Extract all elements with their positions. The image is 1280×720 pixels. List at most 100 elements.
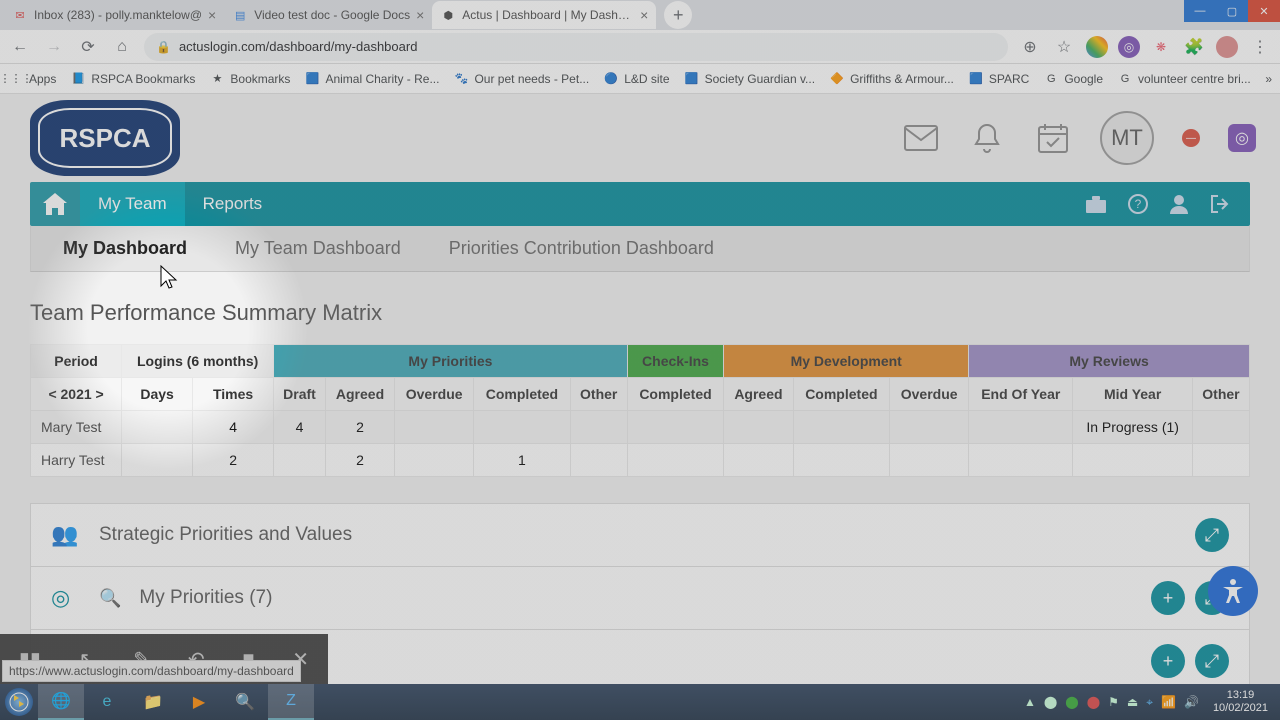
- expand-button[interactable]: ⤢: [1195, 644, 1229, 678]
- tray-icon[interactable]: ⚑: [1108, 695, 1119, 709]
- taskbar-ie[interactable]: e: [84, 684, 130, 720]
- tray-icon[interactable]: ⬤: [1065, 695, 1078, 709]
- gmail-icon: ✉: [12, 7, 28, 23]
- tray-icon[interactable]: ⬤: [1044, 695, 1057, 709]
- bookmark-item[interactable]: GGoogle: [1043, 71, 1103, 87]
- new-tab-button[interactable]: +: [664, 1, 692, 29]
- bookmark-item[interactable]: 🔵L&D site: [603, 71, 669, 87]
- tab-title: Inbox (283) - polly.manktelow@: [34, 8, 202, 22]
- tray-icon[interactable]: ⏏: [1127, 695, 1138, 709]
- toolbar-right: ⊕ ☆ ◎ ❋ 🧩 ⋮: [1018, 35, 1272, 59]
- panel-strategic-priorities[interactable]: 👥 Strategic Priorities and Values ⤢: [31, 504, 1249, 567]
- nav-reports[interactable]: Reports: [185, 182, 281, 226]
- matrix-group-header: Period: [31, 345, 122, 378]
- bookmarks-overflow[interactable]: »: [1265, 72, 1272, 86]
- lock-icon: 🔒: [156, 40, 171, 54]
- star-icon[interactable]: ☆: [1052, 35, 1076, 59]
- table-row[interactable]: Harry Test221: [31, 444, 1250, 477]
- bookmark-item[interactable]: Gvolunteer centre bri...: [1117, 71, 1251, 87]
- period-selector[interactable]: < 2021 >: [31, 378, 122, 411]
- table-cell: [793, 411, 890, 444]
- people-icon: 👥: [51, 522, 81, 548]
- close-icon[interactable]: ×: [640, 7, 648, 23]
- bookmark-label: volunteer centre bri...: [1138, 72, 1251, 86]
- subtab-my-dashboard[interactable]: My Dashboard: [59, 226, 191, 271]
- taskbar-app[interactable]: 🔍: [222, 684, 268, 720]
- url-field[interactable]: 🔒 actuslogin.com/dashboard/my-dashboard: [144, 33, 1008, 61]
- matrix-group-header: Check-Ins: [627, 345, 724, 378]
- zoom-icon[interactable]: ⊕: [1018, 35, 1042, 59]
- nav-my-team[interactable]: My Team: [80, 182, 185, 226]
- subtab-team-dashboard[interactable]: My Team Dashboard: [231, 226, 405, 271]
- help-icon[interactable]: ?: [1128, 194, 1148, 214]
- rspca-logo[interactable]: RSPCA: [30, 100, 180, 176]
- bookmark-label: Bookmarks: [230, 72, 290, 86]
- bell-icon[interactable]: [968, 119, 1006, 157]
- extension-icon[interactable]: ❋: [1150, 36, 1172, 58]
- bookmark-item[interactable]: 🐾Our pet needs - Pet...: [453, 71, 589, 87]
- browser-tab-actus[interactable]: ⬢ Actus | Dashboard | My Dashboa ×: [432, 1, 656, 29]
- status-indicator[interactable]: —: [1182, 129, 1200, 147]
- bookmark-item[interactable]: 📘RSPCA Bookmarks: [70, 71, 195, 87]
- taskbar-clock[interactable]: 13:1910/02/2021: [1207, 689, 1274, 715]
- table-cell: [274, 444, 326, 477]
- calendar-icon[interactable]: [1034, 119, 1072, 157]
- matrix-column-header: Mid Year: [1073, 378, 1193, 411]
- add-button[interactable]: +: [1151, 644, 1185, 678]
- extension-icon[interactable]: ◎: [1118, 36, 1140, 58]
- table-row[interactable]: Mary Test442In Progress (1): [31, 411, 1250, 444]
- matrix-column-header: Overdue: [890, 378, 969, 411]
- bluetooth-icon[interactable]: ⌖: [1146, 695, 1153, 710]
- add-button[interactable]: +: [1151, 581, 1185, 615]
- bookmark-item[interactable]: ★Bookmarks: [209, 71, 290, 87]
- table-cell: [724, 411, 793, 444]
- close-icon[interactable]: ×: [208, 7, 216, 23]
- table-cell: [1073, 444, 1193, 477]
- taskbar-media[interactable]: ▶: [176, 684, 222, 720]
- browser-tab-gmail[interactable]: ✉ Inbox (283) - polly.manktelow@ ×: [4, 1, 224, 29]
- bookmark-item[interactable]: 🟦Animal Charity - Re...: [304, 71, 439, 87]
- table-cell: In Progress (1): [1073, 411, 1193, 444]
- window-close[interactable]: ✕: [1248, 0, 1280, 22]
- reload-button[interactable]: ⟳: [76, 35, 100, 59]
- volume-icon[interactable]: 🔊: [1184, 695, 1199, 709]
- tray-icon[interactable]: ⬤: [1087, 695, 1100, 709]
- expand-button[interactable]: ⤢: [1195, 518, 1229, 552]
- user-icon[interactable]: [1170, 194, 1188, 214]
- menu-icon[interactable]: ⋮: [1248, 35, 1272, 59]
- bookmark-item[interactable]: ⋮⋮⋮Apps: [8, 71, 56, 87]
- tray-up-icon[interactable]: ▲: [1024, 695, 1036, 709]
- home-button[interactable]: ⌂: [110, 35, 134, 59]
- bookmark-item[interactable]: 🟦SPARC: [968, 71, 1029, 87]
- bookmark-item[interactable]: 🔶Griffiths & Armour...: [829, 71, 954, 87]
- app-widget-icon[interactable]: ◎: [1228, 124, 1256, 152]
- subtab-priorities-contribution[interactable]: Priorities Contribution Dashboard: [445, 226, 718, 271]
- mail-icon[interactable]: [902, 119, 940, 157]
- taskbar-app2[interactable]: Z: [268, 684, 314, 720]
- back-button[interactable]: ←: [8, 35, 32, 59]
- network-icon[interactable]: 📶: [1161, 695, 1176, 709]
- bookmark-label: Animal Charity - Re...: [325, 72, 439, 86]
- bookmark-item[interactable]: 🟦Society Guardian v...: [684, 71, 816, 87]
- briefcase-icon[interactable]: [1086, 194, 1106, 214]
- tab-strip: ✉ Inbox (283) - polly.manktelow@ × ▤ Vid…: [0, 0, 1280, 30]
- app-header: RSPCA MT — ◎: [0, 94, 1280, 182]
- logout-icon[interactable]: [1210, 194, 1230, 214]
- nav-home-button[interactable]: [30, 182, 80, 226]
- window-minimize[interactable]: —: [1184, 0, 1216, 22]
- extensions-menu-icon[interactable]: 🧩: [1182, 35, 1206, 59]
- taskbar-explorer[interactable]: 📁: [130, 684, 176, 720]
- forward-button[interactable]: →: [42, 35, 66, 59]
- close-icon[interactable]: ×: [416, 7, 424, 23]
- accessibility-button[interactable]: [1208, 566, 1258, 616]
- status-bar-url: https://www.actuslogin.com/dashboard/my-…: [2, 660, 301, 682]
- search-icon[interactable]: 🔍: [99, 588, 121, 609]
- panel-my-priorities[interactable]: ◎ 🔍 My Priorities (7) + ⤢: [31, 567, 1249, 630]
- user-avatar[interactable]: MT: [1100, 111, 1154, 165]
- extension-icon[interactable]: [1086, 36, 1108, 58]
- profile-avatar[interactable]: [1216, 36, 1238, 58]
- window-maximize[interactable]: ▢: [1216, 0, 1248, 22]
- taskbar-chrome[interactable]: 🌐: [38, 684, 84, 720]
- browser-tab-docs[interactable]: ▤ Video test doc - Google Docs ×: [224, 1, 432, 29]
- start-button[interactable]: [0, 684, 38, 720]
